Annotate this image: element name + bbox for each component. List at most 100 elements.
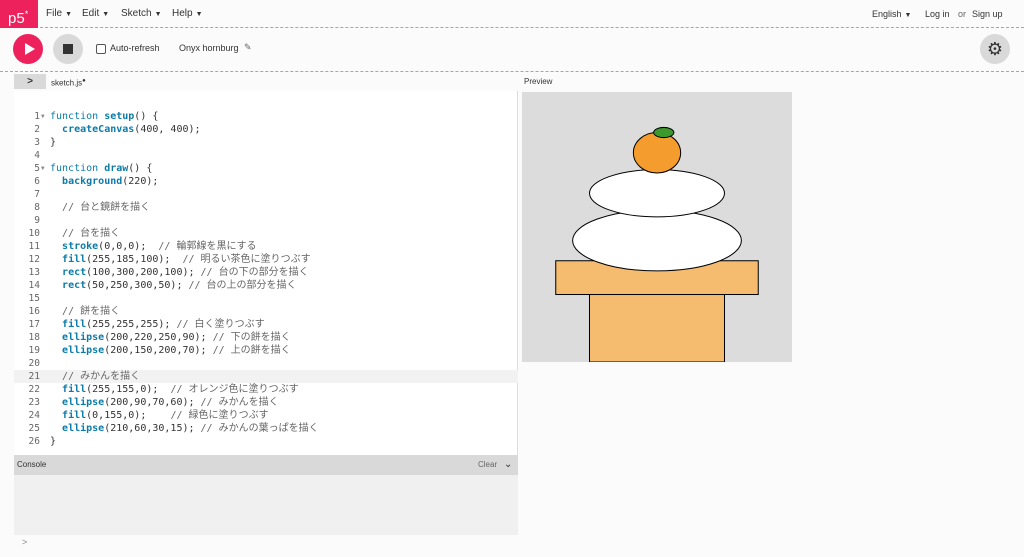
code-line[interactable]: 26}	[14, 435, 518, 448]
code-token: // みかんを描く	[200, 397, 279, 408]
code-line[interactable]: 10 // 台を描く	[14, 227, 518, 240]
code-line[interactable]: 23 ellipse(200,90,70,60); // みかんを描く	[14, 396, 518, 409]
console-clear-button[interactable]: Clear	[478, 455, 497, 475]
code-token: background	[62, 176, 123, 187]
code-token: draw	[104, 163, 129, 174]
preview-canvas[interactable]	[522, 92, 792, 362]
menu-file-label: File	[46, 8, 63, 19]
console-prompt[interactable]: >	[22, 537, 27, 547]
code-line[interactable]: 2 createCanvas(400, 400);	[14, 123, 518, 136]
menu-edit-label: Edit	[82, 8, 100, 19]
code-line[interactable]: 6 background(220);	[14, 175, 518, 188]
line-number: 22	[28, 384, 40, 395]
code-line[interactable]: 12 fill(255,185,100); // 明るい茶色に塗りつぶす	[14, 253, 518, 266]
mochi-top	[588, 169, 726, 218]
chevron-down-icon: ▼	[65, 11, 73, 18]
code-line[interactable]: 20	[14, 357, 518, 370]
menu-sketch-label: Sketch	[121, 8, 152, 19]
code-line[interactable]: 15	[14, 292, 518, 305]
code-line[interactable]: 21 // みかんを描く	[14, 370, 518, 383]
code-token: // 白く塗りつぶす	[176, 319, 265, 330]
code-token: function	[50, 163, 105, 174]
menu-help[interactable]: Help ▼	[172, 0, 203, 28]
code-editor[interactable]: 1 ▼ function setup() {2 createCanvas(400, …	[14, 91, 518, 455]
fold-icon[interactable]: ▼	[41, 110, 45, 123]
code-line[interactable]: 19 ellipse(200,150,200,70); // 上の餅を描く	[14, 344, 518, 357]
code-line[interactable]: 11 stroke(0,0,0); // 輪郭線を黒にする	[14, 240, 518, 253]
code-line[interactable]: 24 fill(0,155,0); // 緑色に塗りつぶす	[14, 409, 518, 422]
code-token: rect	[62, 280, 87, 291]
line-number: 8	[34, 202, 40, 213]
line-number: 9	[34, 215, 40, 226]
signup-link[interactable]: Sign up	[972, 0, 1003, 28]
code-line[interactable]: 16 // 餅を描く	[14, 305, 518, 318]
project-name[interactable]: Onyx hornburg	[179, 43, 239, 53]
code-text: ellipse(200,220,250,90); // 下の餅を描く	[50, 331, 291, 344]
logo-mark: *	[24, 9, 29, 19]
code-line[interactable]: 1 ▼ function setup() {	[14, 110, 518, 123]
code-line[interactable]: 8 // 台と鏡餅を描く	[14, 201, 518, 214]
file-tab[interactable]: sketch.js●	[51, 74, 86, 91]
code-line[interactable]: 5 ▼ function draw() {	[14, 162, 518, 175]
code-token: rect	[62, 267, 87, 278]
code-text: ellipse(200,90,70,60); // みかんを描く	[50, 396, 279, 409]
menu-edit[interactable]: Edit ▼	[82, 0, 109, 28]
auto-refresh-checkbox[interactable]	[96, 44, 106, 54]
code-token: // 台の下の部分を描く	[200, 267, 309, 278]
settings-button[interactable]: ⚙	[980, 34, 1010, 64]
code-token: (200,90,70,60);	[104, 397, 201, 408]
code-token: // オレンジ色に塗りつぶす	[170, 384, 299, 395]
code-line[interactable]: 13 rect(100,300,200,100); // 台の下の部分を描く	[14, 266, 518, 279]
menu-sketch[interactable]: Sketch ▼	[121, 0, 162, 28]
line-number: 3	[34, 137, 40, 148]
language-selector[interactable]: English ▼	[872, 0, 911, 30]
code-line[interactable]: 3}	[14, 136, 518, 149]
code-line[interactable]: 9	[14, 214, 518, 227]
code-token: (400, 400);	[134, 124, 201, 135]
code-line[interactable]: 7	[14, 188, 518, 201]
code-line[interactable]: 17 fill(255,255,255); // 白く塗りつぶす	[14, 318, 518, 331]
code-text: fill(0,155,0); // 緑色に塗りつぶす	[50, 409, 269, 422]
code-line[interactable]: 22 fill(255,155,0); // オレンジ色に塗りつぶす	[14, 383, 518, 396]
p5-logo[interactable]: p5*	[0, 0, 38, 28]
code-token: // 緑色に塗りつぶす	[170, 410, 269, 421]
code-text: function draw() {	[50, 162, 152, 175]
code-token: fill	[62, 319, 87, 330]
code-text: fill(255,185,100); // 明るい茶色に塗りつぶす	[50, 253, 311, 266]
code-token: stroke	[62, 241, 99, 252]
line-number: 5	[34, 163, 40, 174]
sidebar-toggle-button[interactable]: >	[14, 74, 46, 89]
stop-button[interactable]	[53, 34, 83, 64]
gear-icon: ⚙	[986, 39, 1004, 59]
console-body	[14, 475, 518, 535]
code-line[interactable]: 14 rect(50,250,300,50); // 台の上の部分を描く	[14, 279, 518, 292]
code-line[interactable]: 25 ellipse(210,60,30,15); // みかんの葉っぱを描く	[14, 422, 518, 435]
code-token: function	[50, 111, 105, 122]
pencil-icon[interactable]: ✎	[244, 42, 252, 53]
code-token: fill	[62, 410, 87, 421]
menu-file[interactable]: File ▼	[46, 0, 72, 28]
code-text: stroke(0,0,0); // 輪郭線を黒にする	[50, 240, 257, 253]
code-text: ellipse(210,60,30,15); // みかんの葉っぱを描く	[50, 422, 319, 435]
line-number: 17	[28, 319, 40, 330]
play-button[interactable]	[13, 34, 43, 64]
fold-icon[interactable]: ▼	[41, 162, 45, 175]
line-number: 21	[28, 371, 40, 382]
login-link[interactable]: Log in	[925, 0, 950, 28]
language-label: English	[872, 9, 902, 19]
code-line[interactable]: 4	[14, 149, 518, 162]
code-token: (100,300,200,100);	[86, 267, 201, 278]
code-token: // みかんの葉っぱを描く	[200, 423, 319, 434]
mikan-leaf	[653, 126, 675, 139]
code-line[interactable]: 18 ellipse(200,220,250,90); // 下の餅を描く	[14, 331, 518, 344]
code-text: rect(50,250,300,50); // 台の上の部分を描く	[50, 279, 297, 292]
line-number: 12	[28, 254, 40, 265]
collapse-console-icon[interactable]: ⌄	[504, 455, 512, 475]
chevron-right-icon: >	[27, 76, 33, 87]
